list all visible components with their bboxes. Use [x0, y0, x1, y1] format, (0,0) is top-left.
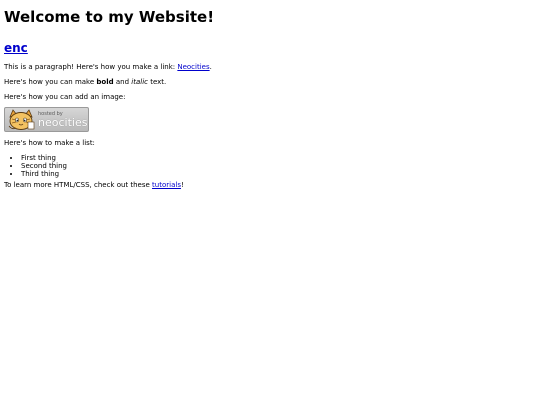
paragraph-text: Here's how you can make: [4, 78, 97, 86]
paragraph-text: text.: [147, 78, 167, 86]
example-list: First thing Second thing Third thing: [4, 154, 540, 178]
paragraph-link-example: This is a paragraph! Here's how you make…: [4, 62, 540, 72]
paragraph-text: and: [113, 78, 132, 86]
page-title: Welcome to my Website!: [4, 8, 215, 26]
paragraph-image-intro: Here's how you can add an image:: [4, 93, 126, 101]
paragraph-text: !: [180, 181, 184, 189]
paragraph-text: .: [209, 63, 212, 71]
paragraph-text: This is a paragraph! Here's how you make…: [4, 63, 178, 71]
subtitle-link[interactable]: enc: [4, 41, 28, 55]
neocities-link[interactable]: Neocities: [177, 63, 209, 71]
page: Welcome to my Website! enc This is a par…: [0, 0, 540, 190]
bold-text: bold: [96, 78, 114, 86]
tutorials-link[interactable]: tutorials: [152, 181, 181, 189]
subtitle-heading: enc: [4, 40, 540, 56]
paragraph-tutorials: To learn more HTML/CSS, check out these …: [4, 180, 540, 190]
list-item: First thing: [21, 154, 540, 162]
neocities-badge[interactable]: hosted by neocities: [4, 107, 89, 132]
paragraph-text: To learn more HTML/CSS, check out these: [4, 181, 153, 189]
badge-big-text: neocities: [38, 116, 88, 129]
neocities-cat-icon: [8, 109, 35, 130]
list-item: Second thing: [21, 162, 540, 170]
list-item: Third thing: [21, 170, 540, 178]
paragraph-list-intro: Here's how to make a list:: [4, 139, 95, 147]
italic-text: italic: [131, 78, 148, 86]
paragraph-format-example: Here's how you can make bold and italic …: [4, 77, 540, 87]
